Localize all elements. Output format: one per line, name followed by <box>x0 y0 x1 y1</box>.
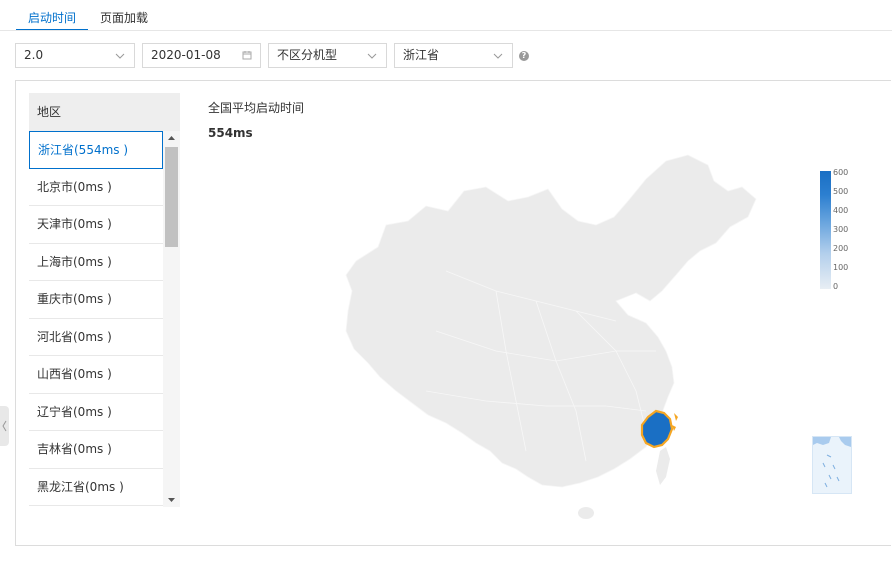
device-select[interactable]: 不区分机型 <box>268 43 387 68</box>
region-item[interactable]: 上海市(0ms ) <box>29 243 163 281</box>
tab-page-load[interactable]: 页面加载 <box>88 0 160 31</box>
region-item[interactable]: 山西省(0ms ) <box>29 356 163 394</box>
map-average-value: 554ms <box>208 126 253 140</box>
map-region-mainland[interactable] <box>345 154 757 488</box>
south-china-sea-inset <box>812 436 852 494</box>
date-picker[interactable]: 2020-01-08 <box>142 43 261 68</box>
tab-startup-time[interactable]: 启动时间 <box>16 0 89 31</box>
map-legend: 600 500 400 300 200 100 0 <box>820 168 860 291</box>
chevron-down-icon <box>493 53 503 59</box>
device-select-value: 不区分机型 <box>277 48 338 62</box>
legend-tick: 600 <box>833 168 849 177</box>
region-list: 浙江省(554ms ) 北京市(0ms ) 天津市(0ms ) 上海市(0ms … <box>29 131 163 507</box>
version-select[interactable]: 2.0 <box>15 43 135 68</box>
legend-tick: 100 <box>833 263 849 272</box>
main-panel: 地区 浙江省(554ms ) 北京市(0ms ) 天津市(0ms ) 上海市(0… <box>15 80 891 546</box>
sidebar-collapse-handle[interactable] <box>0 406 9 446</box>
scroll-down-arrow-icon[interactable] <box>163 492 180 507</box>
legend-tick: 400 <box>833 206 849 215</box>
calendar-icon <box>242 51 252 60</box>
inset-map <box>813 437 851 488</box>
version-select-value: 2.0 <box>24 48 44 62</box>
region-item[interactable]: 天津市(0ms ) <box>29 206 163 244</box>
legend-tick: 500 <box>833 187 849 196</box>
region-scrollbar[interactable] <box>163 131 180 507</box>
china-map[interactable] <box>316 151 776 541</box>
chevron-down-icon <box>115 53 125 59</box>
chevron-left-icon <box>2 420 7 432</box>
legend-color-bar[interactable] <box>820 171 831 289</box>
region-item[interactable]: 黑龙江省(0ms ) <box>29 468 163 506</box>
region-item[interactable]: 辽宁省(0ms ) <box>29 393 163 431</box>
province-select[interactable]: 浙江省 <box>394 43 513 68</box>
legend-tick: 0 <box>833 282 839 291</box>
region-item[interactable]: 重庆市(0ms ) <box>29 281 163 319</box>
tab-bar: 启动时间 页面加载 <box>16 0 160 31</box>
province-select-value: 浙江省 <box>403 48 440 62</box>
region-item[interactable]: 浙江省(554ms ) <box>29 131 163 169</box>
help-icon[interactable]: ? <box>519 51 529 61</box>
region-item[interactable]: 吉林省(0ms ) <box>29 431 163 469</box>
map-title: 全国平均启动时间 <box>208 101 305 115</box>
scroll-thumb[interactable] <box>165 147 178 247</box>
region-item[interactable]: 河北省(0ms ) <box>29 318 163 356</box>
region-panel: 地区 浙江省(554ms ) 北京市(0ms ) 天津市(0ms ) 上海市(0… <box>29 93 180 507</box>
region-header: 地区 <box>29 93 180 131</box>
legend-tick: 200 <box>833 244 849 253</box>
map-region-taiwan[interactable] <box>656 447 670 485</box>
chevron-down-icon <box>367 53 377 59</box>
tab-divider <box>0 30 892 31</box>
region-item[interactable]: 北京市(0ms ) <box>29 168 163 206</box>
scroll-up-arrow-icon[interactable] <box>163 131 180 146</box>
date-picker-value: 2020-01-08 <box>151 48 221 62</box>
legend-tick: 300 <box>833 225 849 234</box>
map-region-hainan[interactable] <box>578 507 594 519</box>
